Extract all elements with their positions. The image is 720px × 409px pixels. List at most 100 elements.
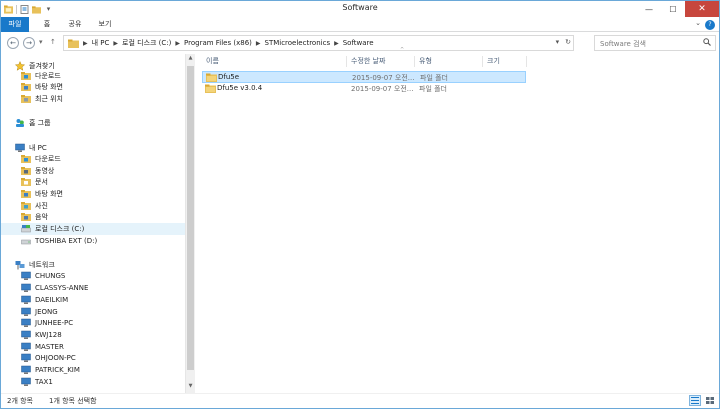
sidebar-item-label: TAX1 <box>35 378 53 386</box>
download-folder-icon <box>21 71 31 81</box>
music-folder-icon <box>21 212 31 222</box>
sidebar-item[interactable]: 바탕 화면 <box>1 81 63 93</box>
sidebar-item[interactable]: CLASSYS-ANNE <box>1 282 88 294</box>
sidebar-item-label: MASTER <box>35 343 64 351</box>
homegroup-icon <box>15 118 25 128</box>
column-divider[interactable] <box>346 56 347 67</box>
address-bar[interactable]: ▶ 내 PC ▶ 로컬 디스크 (C:) ▶ Program Files (x8… <box>63 35 574 51</box>
up-button[interactable]: ↑ <box>50 38 56 46</box>
network-computer-icon <box>21 377 31 387</box>
sidebar-item[interactable]: CHUNGS <box>1 270 65 282</box>
search-icon[interactable] <box>703 38 711 48</box>
folder-icon <box>205 84 216 93</box>
breadcrumb-separator-icon: ▶ <box>113 39 119 47</box>
file-name: Dfu5e v3.0.4 <box>217 84 263 92</box>
scroll-down-icon[interactable]: ▼ <box>186 383 195 389</box>
large-icons-view-icon <box>706 397 714 404</box>
navigation-bar: ← → ▾ ↑ ▶ 내 PC ▶ 로컬 디스크 (C:) ▶ Program F… <box>1 32 719 54</box>
sidebar-item-label: 홈 그룹 <box>29 119 51 127</box>
scrollbar-thumb[interactable] <box>187 66 194 370</box>
refresh-icon[interactable]: ↻ <box>565 38 571 46</box>
tab-view[interactable]: 보기 <box>93 17 117 32</box>
sidebar-item-label: CHUNGS <box>35 272 66 280</box>
sidebar-item[interactable]: 최근 위치 <box>1 93 63 105</box>
sidebar-item[interactable]: 바탕 화면 <box>1 188 63 200</box>
address-folder-icon <box>68 39 79 48</box>
sidebar-item[interactable]: TAX1 <box>1 376 53 388</box>
sidebar-item-label: 다운로드 <box>35 72 61 80</box>
file-type: 파일 폴더 <box>419 85 447 93</box>
large-icons-view-button[interactable] <box>704 395 716 406</box>
sidebar-item-label: 다운로드 <box>35 155 61 163</box>
item-count: 2개 항목 <box>7 397 33 405</box>
details-view-button[interactable] <box>689 395 701 406</box>
column-header-name[interactable]: 이름 <box>206 54 219 68</box>
sidebar-item-label: CLASSYS-ANNE <box>35 284 89 292</box>
breadcrumb-this-pc[interactable]: 내 PC <box>92 38 110 48</box>
desktop-icon <box>21 82 31 92</box>
sidebar-item-label: 사진 <box>35 202 48 210</box>
network-icon <box>15 260 25 270</box>
selection-count: 1개 항목 선택함 <box>49 397 97 405</box>
file-row[interactable]: Dfu5e 2015-09-07 오전... 파일 폴더 <box>202 71 526 83</box>
local-disk-icon <box>21 224 31 234</box>
scroll-up-icon[interactable]: ▲ <box>186 55 195 61</box>
sidebar-item[interactable]: 로컬 디스크 (C:) <box>1 223 185 235</box>
window-title: Software <box>342 3 378 12</box>
recent-places-icon <box>21 94 31 104</box>
column-divider[interactable] <box>526 56 527 67</box>
column-divider[interactable] <box>482 56 483 67</box>
ribbon-collapse-icon[interactable]: ⌄ <box>695 19 701 27</box>
close-button[interactable]: ✕ <box>685 1 719 17</box>
file-modified: 2015-09-07 오전... <box>351 85 414 93</box>
sidebar-item[interactable]: DAEILKIM <box>1 294 68 306</box>
sidebar-item-label: 네트워크 <box>29 261 55 269</box>
file-type: 파일 폴더 <box>420 74 448 82</box>
network-computer-icon <box>21 283 31 293</box>
navigation-pane: 즐겨찾기 다운로드 바탕 화면 최근 위치 홈 그룹 내 PC 다운로드 동영상 문서 바탕 화면… <box>1 54 185 393</box>
file-row[interactable]: Dfu5e v3.0.4 2015-09-07 오전... 파일 폴더 <box>202 83 526 95</box>
recent-locations-dropdown-icon[interactable]: ▾ <box>39 38 43 46</box>
network-computer-icon <box>21 307 31 317</box>
sidebar-item[interactable]: 홈 그룹 <box>1 117 51 129</box>
status-bar: 2개 항목 1개 항목 선택함 <box>1 393 719 408</box>
sidebar-item-label: 바탕 화면 <box>35 190 63 198</box>
sidebar-item[interactable]: JUNHEE-PC <box>1 317 73 329</box>
minimize-button[interactable]: — <box>637 1 661 17</box>
desktop-icon <box>21 189 31 199</box>
maximize-button[interactable]: ☐ <box>661 1 685 17</box>
tab-file[interactable]: 파일 <box>1 17 29 32</box>
column-header-modified[interactable]: 수정한 날짜 <box>351 54 385 68</box>
sidebar-item[interactable]: OHJOON-PC <box>1 352 76 364</box>
sidebar-item-label: 최근 위치 <box>35 95 63 103</box>
network-computer-icon <box>21 342 31 352</box>
breadcrumb-software[interactable]: Software <box>343 39 374 47</box>
sidebar-item-label: KWJ128 <box>35 331 62 339</box>
help-icon[interactable]: ? <box>705 20 715 30</box>
column-header-type[interactable]: 유형 <box>419 54 432 68</box>
breadcrumb-program-files[interactable]: Program Files (x86) <box>184 39 252 47</box>
sidebar-item[interactable]: PATRICK_KIM <box>1 364 80 376</box>
tab-share[interactable]: 공유 <box>63 17 87 32</box>
network-computer-icon <box>21 330 31 340</box>
documents-folder-icon <box>21 177 31 187</box>
breadcrumb-separator-icon: ▶ <box>334 39 339 47</box>
ribbon-tabs: 파일 홈 공유 보기 ⌄ ? <box>1 17 719 32</box>
column-divider[interactable] <box>414 56 415 67</box>
sidebar-item[interactable]: TOSHIBA EXT (D:) <box>1 235 97 247</box>
search-box[interactable]: Software 검색 <box>594 35 716 51</box>
forward-button[interactable]: → <box>23 37 35 49</box>
column-header-size[interactable]: 크기 <box>487 54 500 68</box>
tab-home[interactable]: 홈 <box>37 17 57 32</box>
back-button[interactable]: ← <box>7 37 19 49</box>
sidebar-item[interactable]: 다운로드 <box>1 153 61 165</box>
address-dropdown-icon[interactable]: ▾ <box>556 38 560 46</box>
sidebar-item[interactable]: 문서 <box>1 176 48 188</box>
sidebar-item[interactable]: 음악 <box>1 211 48 223</box>
title-bar[interactable]: ▾ Software — ☐ ✕ <box>1 1 719 17</box>
breadcrumb-stmicroelectronics[interactable]: STMicroelectronics <box>265 39 331 47</box>
breadcrumb-separator-icon: ▶ <box>175 39 181 47</box>
navigation-pane-scrollbar[interactable]: ▲ ▼ <box>185 54 195 393</box>
sidebar-item[interactable]: KWJ128 <box>1 329 62 341</box>
breadcrumb-local-disk[interactable]: 로컬 디스크 (C:) <box>122 38 171 48</box>
